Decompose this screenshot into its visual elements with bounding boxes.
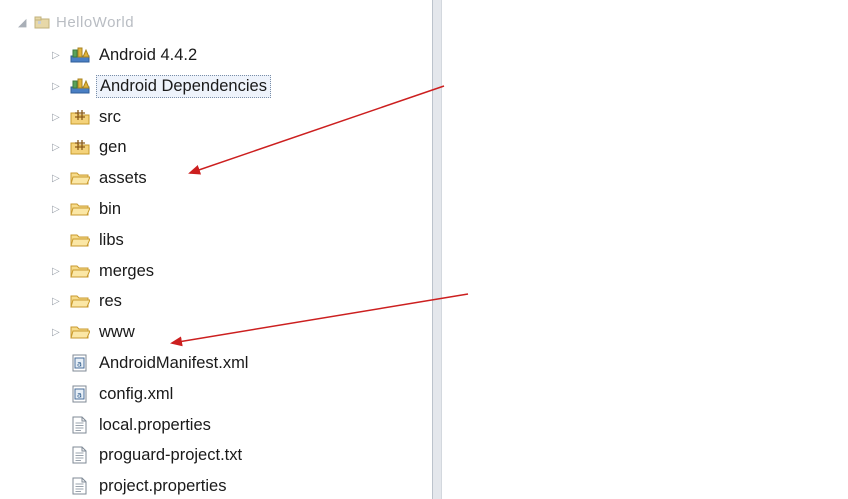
expand-arrow-icon[interactable]: ▷ [52,50,70,61]
expand-arrow-icon[interactable]: ▷ [52,81,70,92]
tree-item-label: Android 4.4.2 [99,45,198,64]
tree-item-merges[interactable]: ▷ merges [52,258,157,284]
editor-area [442,0,848,499]
expanded-chevron-icon[interactable]: ◢ [18,16,28,29]
project-icon [34,15,50,29]
text-file-icon [70,477,90,495]
expand-arrow-icon[interactable]: ▷ [52,112,70,123]
folder-icon [70,169,90,187]
expand-arrow-icon[interactable]: ▷ [52,327,70,338]
tree-item-label: AndroidManifest.xml [99,353,249,372]
text-file-icon [70,416,90,434]
tree-item-label: Android Dependencies [96,74,271,98]
source-folder-icon [70,138,90,156]
tree-item-gen[interactable]: ▷ gen [52,134,130,160]
library-icon [70,46,90,64]
tree-item-label: proguard-project.txt [99,445,243,464]
tree-item-bin[interactable]: ▷ bin [52,196,124,222]
tree-item-local-properties[interactable]: local.properties [52,412,214,438]
tree-item-label: res [99,291,122,310]
tree-item-android-4-4-2[interactable]: ▷ Android 4.4.2 [52,42,200,68]
source-folder-icon [70,108,90,126]
tree-item-www[interactable]: ▷ www [52,319,138,345]
expand-arrow-icon[interactable]: ▷ [52,296,70,307]
tree-item-android-dependencies[interactable]: ▷ Android Dependencies [52,73,271,99]
package-explorer: ◢ HelloWorld ▷ Android 4.4.2 ▷ Android Depe… [0,0,432,499]
folder-icon [70,262,90,280]
tree-item-label: gen [99,137,127,156]
tree-item-androidmanifest-xml[interactable]: a AndroidManifest.xml [52,350,251,376]
tree-item-label: config.xml [99,384,174,403]
view-divider[interactable] [432,0,442,499]
tree-item-src[interactable]: ▷ src [52,104,124,130]
tree-root-helloworld[interactable]: ◢ HelloWorld [18,11,134,33]
tree-item-label: merges [99,261,155,280]
expand-arrow-icon[interactable]: ▷ [52,204,70,215]
folder-icon [70,231,90,249]
library-icon [70,77,90,95]
tree-item-proguard-project-txt[interactable]: proguard-project.txt [52,442,245,468]
tree-item-libs[interactable]: libs [52,227,127,253]
folder-icon [70,323,90,341]
tree-item-project-properties[interactable]: project.properties [52,473,229,499]
tree-item-label: bin [99,199,122,218]
tree-item-label: local.properties [99,415,211,434]
tree-item-res[interactable]: ▷ res [52,288,125,314]
text-file-icon [70,446,90,464]
tree-item-label: project.properties [99,476,227,495]
xml-file-icon: a [70,354,90,372]
svg-text:a: a [77,391,82,400]
folder-icon [70,200,90,218]
tree-root-label: HelloWorld [56,13,135,31]
expand-arrow-icon[interactable]: ▷ [52,142,70,153]
tree-item-label: libs [99,230,124,249]
svg-text:a: a [77,360,82,369]
xml-file-icon: a [70,385,90,403]
expand-arrow-icon[interactable]: ▷ [52,266,70,277]
expand-arrow-icon[interactable]: ▷ [52,173,70,184]
tree-item-config-xml[interactable]: a config.xml [52,381,176,407]
folder-icon [70,292,90,310]
tree-item-label: www [99,322,135,341]
tree-item-label: src [99,107,121,126]
tree-item-label: assets [99,168,147,187]
tree-item-assets[interactable]: ▷ assets [52,165,150,191]
